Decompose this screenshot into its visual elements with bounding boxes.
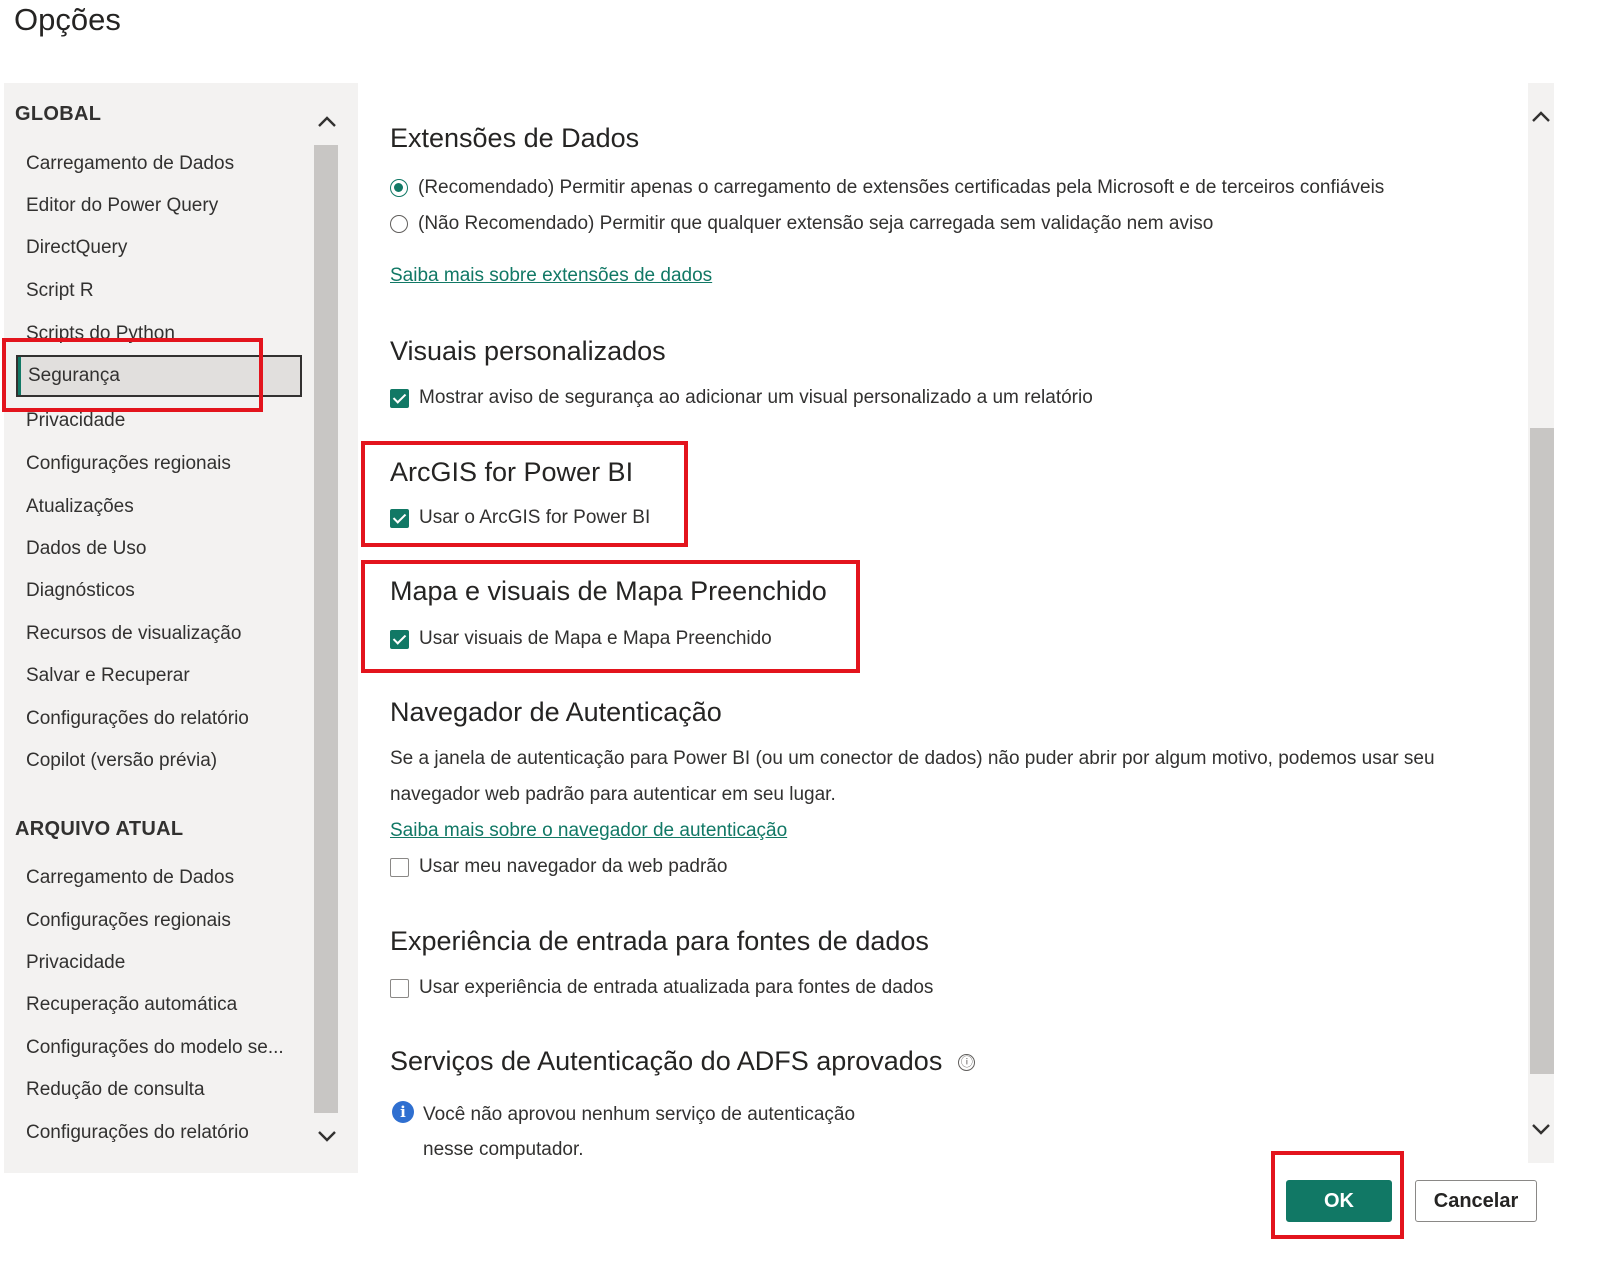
checkbox-arcgis[interactable]: Usar o ArcGIS for Power BI <box>390 507 650 529</box>
adfs-title-text: Serviços de Autenticação do ADFS aprovad… <box>390 1046 943 1076</box>
checkbox-custom-visuals-label: Mostrar aviso de segurança ao adicionar … <box>419 387 1093 408</box>
link-auth-browser[interactable]: Saiba mais sobre o navegador de autentic… <box>390 820 787 842</box>
adfs-info-line1: Você não aprovou nenhum serviço de auten… <box>423 1104 856 1125</box>
link-data-extensions[interactable]: Saiba mais sobre extensões de dados <box>390 265 712 287</box>
content-scrollbar-thumb[interactable] <box>1530 428 1554 1074</box>
radio-recommended-label: (Recomendado) Permitir apenas o carregam… <box>418 177 1385 198</box>
checkbox-unchecked-icon[interactable] <box>390 978 409 998</box>
nav-item-editor-power-query[interactable]: Editor do Power Query <box>26 195 218 217</box>
nav-item-salvar-recuperar[interactable]: Salvar e Recuperar <box>26 665 190 687</box>
nav-item-seguranca[interactable]: Segurança <box>16 355 302 397</box>
nav-section-arquivo-atual: ARQUIVO ATUAL <box>15 818 184 840</box>
checkbox-default-browser-label: Usar meu navegador da web padrão <box>419 856 728 877</box>
nav-item-configuracoes-regionais[interactable]: Configurações regionais <box>26 453 231 475</box>
section-title-map-visuals: Mapa e visuais de Mapa Preenchido <box>390 576 827 606</box>
nav-item-file-carregamento-de-dados[interactable]: Carregamento de Dados <box>26 867 234 889</box>
radio-unselected-icon[interactable] <box>390 215 408 233</box>
checkbox-default-browser[interactable]: Usar meu navegador da web padrão <box>390 856 727 878</box>
nav-item-file-configuracoes-regionais[interactable]: Configurações regionais <box>26 910 231 932</box>
nav-item-file-configuracoes-modelo[interactable]: Configurações do modelo se... <box>26 1037 284 1059</box>
nav-section-global: GLOBAL <box>15 103 102 125</box>
chevron-up-icon[interactable] <box>316 111 338 139</box>
nav-item-atualizacoes[interactable]: Atualizações <box>26 496 134 518</box>
options-content: Extensões de Dados (Recomendado) Permiti… <box>360 83 1528 1173</box>
section-title-data-source-input: Experiência de entrada para fontes de da… <box>390 926 929 956</box>
checkbox-custom-visuals-warning[interactable]: Mostrar aviso de segurança ao adicionar … <box>390 387 1093 409</box>
info-circle-icon: i <box>392 1101 414 1123</box>
options-nav: GLOBAL Carregamento de Dados Editor do P… <box>4 83 358 1173</box>
checkbox-map-visuals-label: Usar visuais de Mapa e Mapa Preenchido <box>419 628 772 649</box>
checkbox-checked-icon[interactable] <box>390 388 409 408</box>
nav-scrollbar[interactable] <box>314 145 338 1113</box>
nav-item-scripts-python[interactable]: Scripts do Python <box>26 323 175 345</box>
radio-selected-icon[interactable] <box>390 179 408 197</box>
radio-not-recommended-label: (Não Recomendado) Permitir que qualquer … <box>418 213 1214 234</box>
scroll-down-icon[interactable] <box>1530 1118 1552 1146</box>
info-icon[interactable]: ⓘ <box>958 1054 976 1072</box>
nav-item-recursos-visualizacao[interactable]: Recursos de visualização <box>26 623 241 645</box>
auth-browser-description: Se a janela de autenticação para Power B… <box>390 748 1435 805</box>
checkbox-map-visuals[interactable]: Usar visuais de Mapa e Mapa Preenchido <box>390 628 772 650</box>
nav-item-configuracoes-relatorio[interactable]: Configurações do relatório <box>26 708 249 730</box>
scroll-up-icon[interactable] <box>1530 106 1552 134</box>
nav-item-directquery[interactable]: DirectQuery <box>26 237 127 259</box>
section-title-custom-visuals: Visuais personalizados <box>390 336 666 366</box>
section-title-data-extensions: Extensões de Dados <box>390 123 640 153</box>
nav-item-script-r[interactable]: Script R <box>26 280 94 302</box>
chevron-down-icon[interactable] <box>316 1125 338 1153</box>
nav-item-file-privacidade[interactable]: Privacidade <box>26 952 125 974</box>
section-title-adfs: Serviços de Autenticação do ADFS aprovad… <box>390 1046 976 1077</box>
checkbox-unchecked-icon[interactable] <box>390 857 409 877</box>
cancel-button[interactable]: Cancelar <box>1415 1180 1537 1222</box>
nav-item-file-configuracoes-relatorio[interactable]: Configurações do relatório <box>26 1122 249 1144</box>
checkbox-data-source-input-label: Usar experiência de entrada atualizada p… <box>419 977 934 998</box>
section-title-auth-browser: Navegador de Autenticação <box>390 697 722 727</box>
checkbox-data-source-input[interactable]: Usar experiência de entrada atualizada p… <box>390 977 933 999</box>
adfs-info-line2: nesse computador. <box>423 1139 584 1160</box>
radio-not-recommended[interactable]: (Não Recomendado) Permitir que qualquer … <box>390 213 1213 235</box>
nav-item-privacidade[interactable]: Privacidade <box>26 410 125 432</box>
checkbox-checked-icon[interactable] <box>390 629 409 649</box>
dialog-title: Opções <box>14 2 121 37</box>
nav-item-copilot[interactable]: Copilot (versão prévia) <box>26 750 217 772</box>
nav-item-file-reducao-consulta[interactable]: Redução de consulta <box>26 1079 205 1101</box>
checkbox-arcgis-label: Usar o ArcGIS for Power BI <box>419 507 651 528</box>
nav-item-file-recuperacao-automatica[interactable]: Recuperação automática <box>26 994 237 1016</box>
nav-item-carregamento-de-dados[interactable]: Carregamento de Dados <box>26 153 234 175</box>
ok-button[interactable]: OK <box>1286 1180 1392 1222</box>
nav-item-dados-de-uso[interactable]: Dados de Uso <box>26 538 146 560</box>
checkbox-checked-icon[interactable] <box>390 508 409 528</box>
nav-item-diagnosticos[interactable]: Diagnósticos <box>26 580 135 602</box>
radio-recommended[interactable]: (Recomendado) Permitir apenas o carregam… <box>390 177 1384 199</box>
section-title-arcgis: ArcGIS for Power BI <box>390 457 634 487</box>
